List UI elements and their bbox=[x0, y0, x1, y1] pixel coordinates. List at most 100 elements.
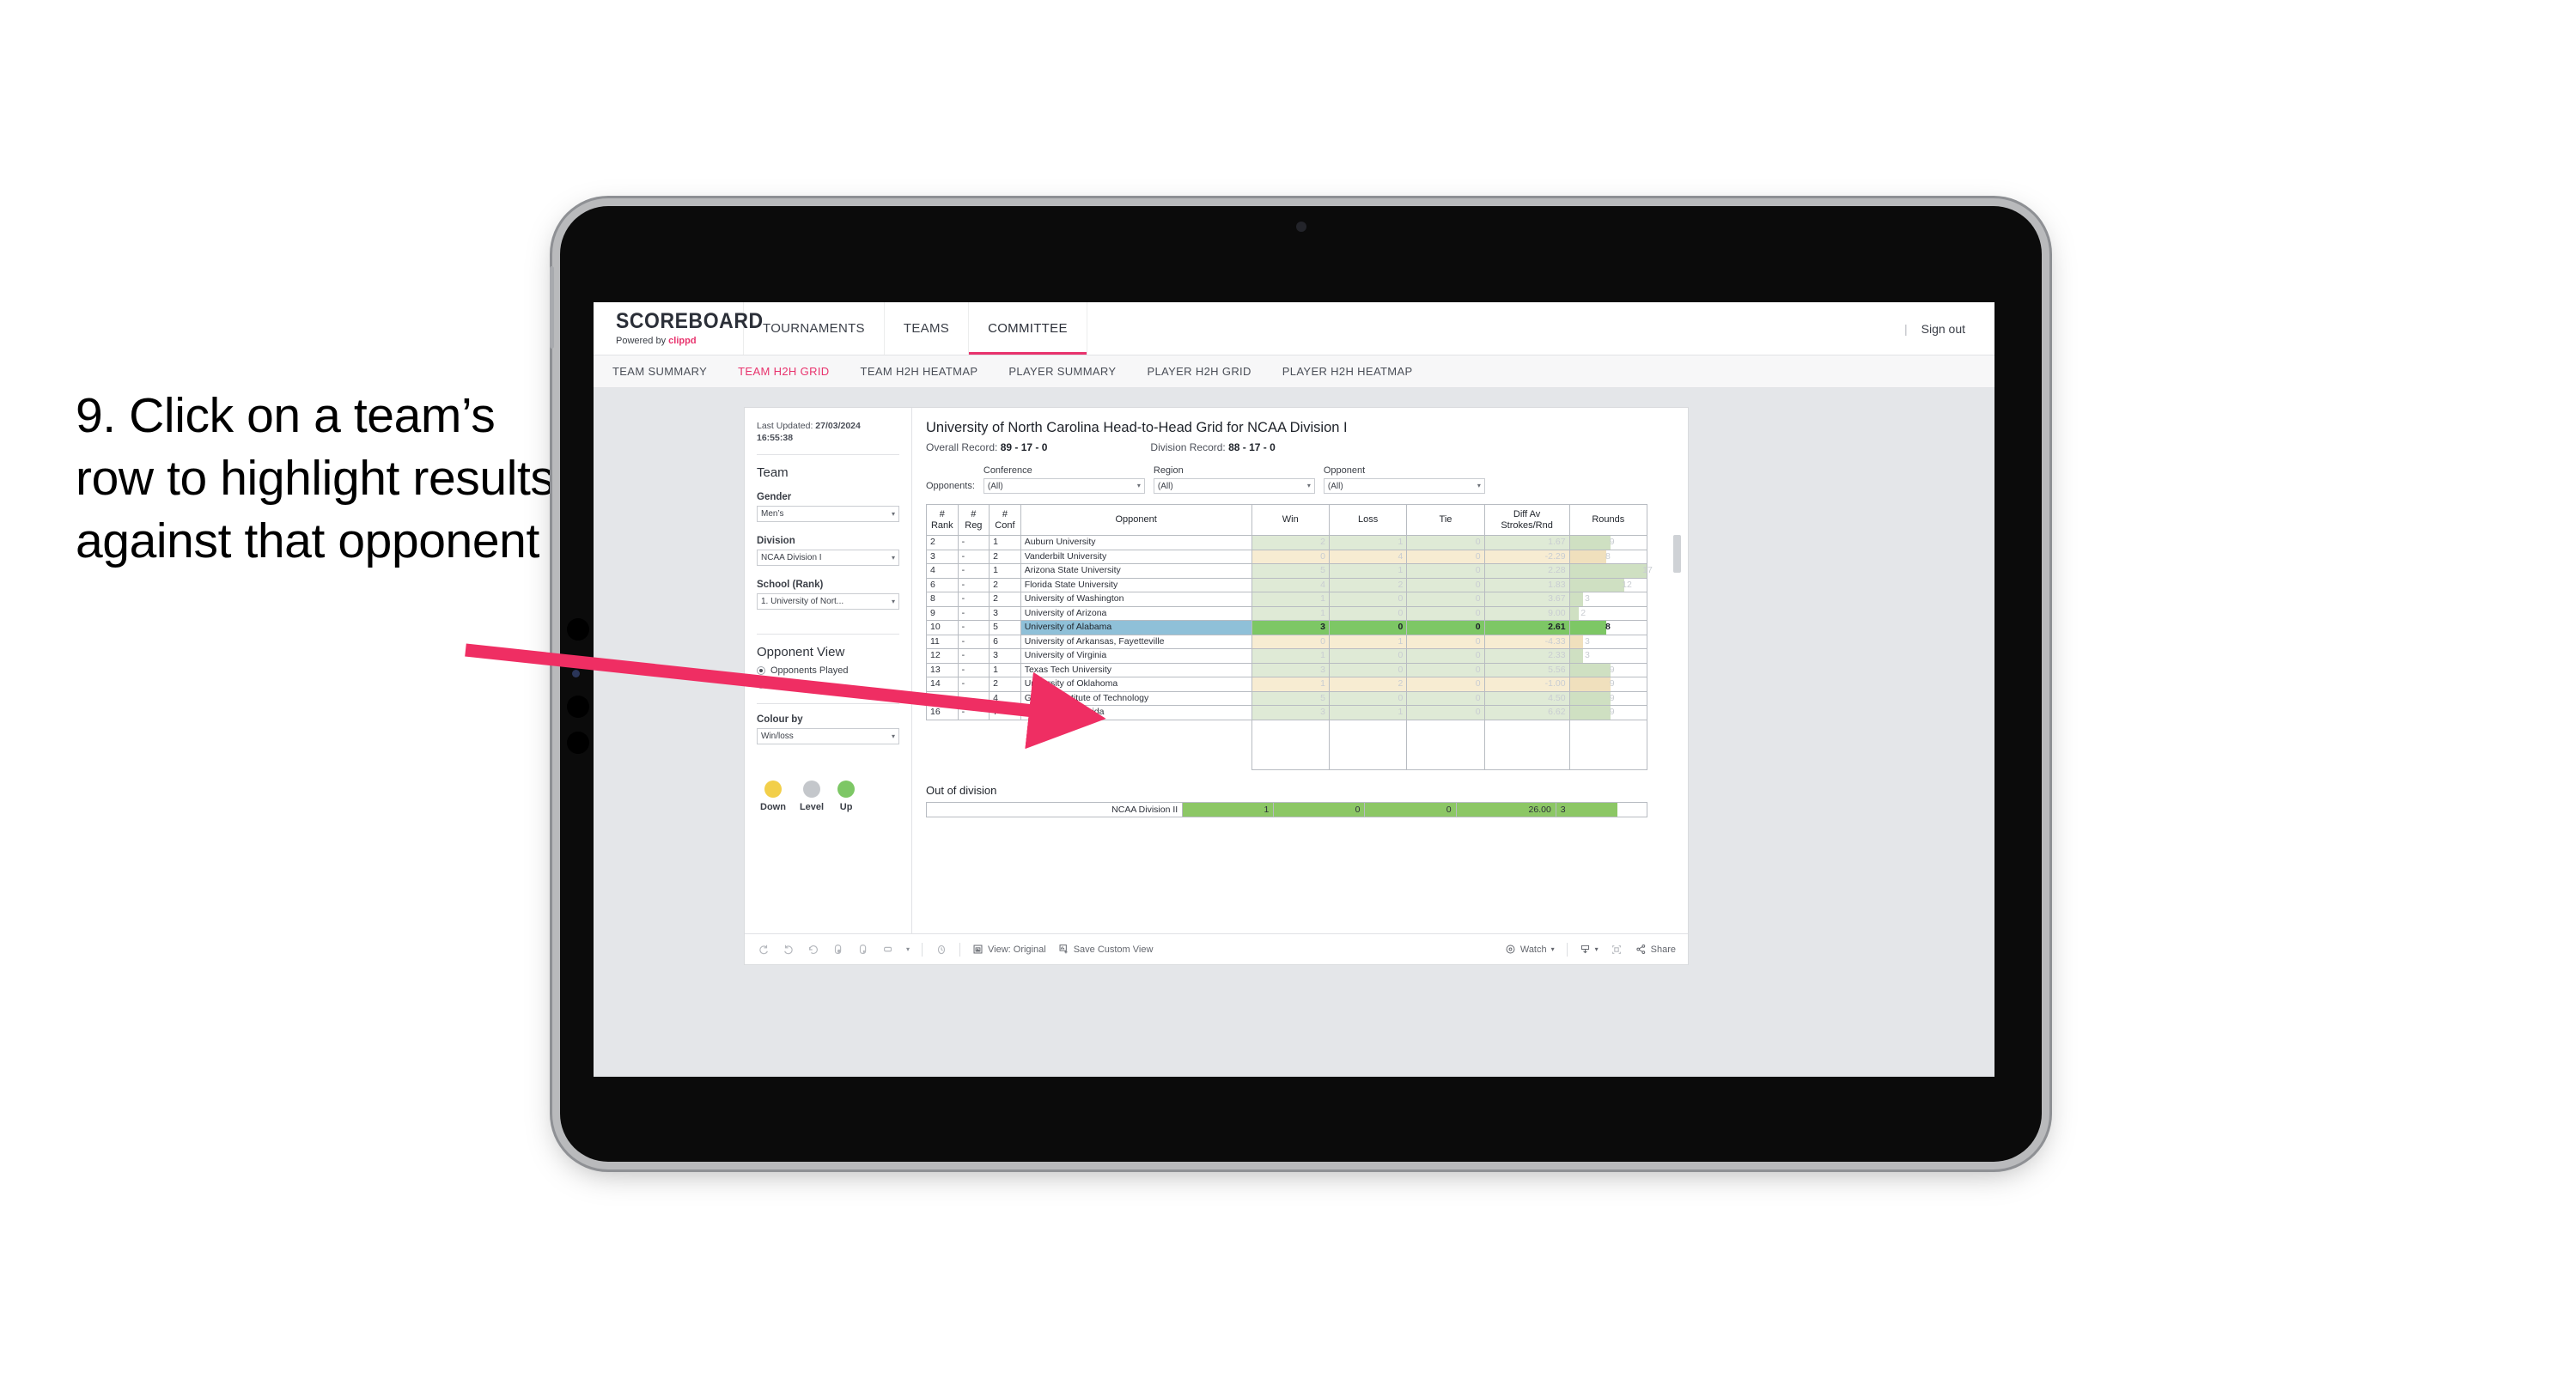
undo-icon[interactable] bbox=[757, 943, 770, 956]
table-row[interactable]: 6-2 Florida State University 4 2 0 1.83 12 bbox=[926, 577, 1648, 592]
cell-diff: -2.29 bbox=[1483, 549, 1570, 564]
highlight-caret-icon[interactable]: ▾ bbox=[906, 945, 910, 953]
cell-conf: 1 bbox=[989, 662, 1021, 677]
col-header-conf: # Conf bbox=[989, 504, 1021, 536]
watch-button[interactable]: Watch ▾ bbox=[1505, 944, 1555, 955]
radio-top-100[interactable]: Top 100 bbox=[757, 679, 899, 689]
nav-item-committee[interactable]: COMMITTEE bbox=[969, 302, 1087, 355]
nav-item-teams[interactable]: TEAMS bbox=[885, 302, 970, 355]
school-rank-select[interactable]: 1. University of Nort... ▾ bbox=[757, 593, 899, 610]
view-original-button[interactable]: View: Original bbox=[972, 944, 1046, 955]
chevron-down-icon: ▾ bbox=[891, 553, 895, 562]
chevron-down-icon: ▾ bbox=[1136, 482, 1141, 489]
tab-team-h2h-heatmap[interactable]: TEAM H2H HEATMAP bbox=[861, 365, 978, 378]
last-updated-date: 27/03/2024 bbox=[815, 421, 861, 431]
cell-reg: - bbox=[957, 620, 990, 635]
cell-tie: 0 bbox=[1406, 705, 1485, 720]
tab-player-h2h-heatmap[interactable]: PLAYER H2H HEATMAP bbox=[1282, 365, 1413, 378]
table-row[interactable]: 12-3 University of Virginia 1 0 0 2.33 3 bbox=[926, 648, 1648, 664]
filter-conference-select[interactable]: (All) ▾ bbox=[983, 478, 1145, 494]
rounds-value: 8 bbox=[1605, 622, 1611, 632]
table-row[interactable]: 14-2 University of Oklahoma 1 2 0 -1.00 9 bbox=[926, 677, 1648, 692]
tab-player-h2h-grid[interactable]: PLAYER H2H GRID bbox=[1147, 365, 1251, 378]
cell-reg: - bbox=[957, 592, 990, 607]
radio-opponents-played[interactable]: Opponents Played bbox=[757, 665, 899, 676]
tab-team-summary[interactable]: TEAM SUMMARY bbox=[612, 365, 707, 378]
cell-reg: - bbox=[957, 662, 990, 677]
instruction-caption: 9. Click on a team’s row to highlight re… bbox=[76, 388, 555, 568]
table-row[interactable]: 3-2 Vanderbilt University 0 4 0 -2.29 8 bbox=[926, 549, 1648, 564]
table-row[interactable]: 15-4 Georgia Institute of Technology 5 0 0 4.… bbox=[926, 690, 1648, 706]
sign-out-link[interactable]: Sign out bbox=[1921, 322, 1965, 336]
cell-win: 0 bbox=[1251, 549, 1330, 564]
highlight-icon[interactable] bbox=[881, 943, 894, 956]
fullscreen-icon[interactable] bbox=[1611, 943, 1623, 956]
download-button[interactable]: ▾ bbox=[1580, 944, 1599, 955]
col-reg-line1: # bbox=[971, 508, 977, 519]
rounds-bar bbox=[1569, 621, 1606, 635]
rounds-bar bbox=[1569, 691, 1611, 705]
nav-item-tournaments[interactable]: TOURNAMENTS bbox=[744, 302, 885, 355]
table-row[interactable]: 11-6 University of Arkansas, Fayetteville… bbox=[926, 634, 1648, 649]
col-header-win: Win bbox=[1251, 504, 1330, 536]
cell-opponent: University of Arizona bbox=[1020, 605, 1252, 621]
table-row[interactable]: 8-2 University of Washington 1 0 0 3.67 3 bbox=[926, 592, 1648, 607]
chevron-down-icon: ▾ bbox=[891, 597, 895, 605]
revert-icon[interactable] bbox=[807, 943, 819, 956]
out-of-division-row[interactable]: NCAA Division II 1 0 0 26.00 3 bbox=[925, 801, 1648, 817]
zoom-icon[interactable] bbox=[935, 943, 947, 956]
visualization-panel: Last Updated: 27/03/2024 16:55:38 Team G… bbox=[744, 407, 1689, 965]
cell-diff: 1.67 bbox=[1483, 535, 1570, 550]
overall-record: Overall Record: 89 - 17 - 0 bbox=[926, 441, 1047, 453]
cell-rank: 11 bbox=[926, 634, 959, 649]
col-header-rank: # Rank bbox=[926, 504, 959, 536]
watch-caret-icon: ▾ bbox=[1550, 945, 1555, 953]
brand-logo: SCOREBOARD Powered by clippd bbox=[594, 302, 763, 355]
col-diff-line1: Diff Av bbox=[1513, 508, 1541, 519]
filter-opponent-select[interactable]: (All) ▾ bbox=[1323, 478, 1485, 494]
opponent-filters: Opponents: Conference (All) ▾ Region (Al bbox=[926, 465, 1674, 494]
cell-tie: 0 bbox=[1406, 563, 1485, 579]
download-caret-icon: ▾ bbox=[1594, 945, 1599, 953]
legend-label-up: Up bbox=[839, 802, 853, 813]
ood-rounds-value: 3 bbox=[1560, 804, 1566, 815]
gender-select[interactable]: Men’s ▾ bbox=[757, 506, 899, 523]
rounds-value: 9 bbox=[1609, 678, 1615, 689]
pause-updates-icon[interactable] bbox=[856, 943, 869, 956]
tab-team-h2h-grid[interactable]: TEAM H2H GRID bbox=[738, 365, 829, 378]
division-value: NCAA Division I bbox=[761, 553, 822, 563]
table-row[interactable]: 10-5 University of Alabama 3 0 0 2.61 8 bbox=[926, 620, 1648, 635]
cell-reg: - bbox=[957, 648, 990, 664]
cell-rank: 13 bbox=[926, 662, 959, 677]
filter-opponent-value: (All) bbox=[1327, 481, 1343, 491]
share-button[interactable]: Share bbox=[1635, 944, 1676, 955]
grid-vertical-scrollbar[interactable] bbox=[1673, 535, 1681, 573]
table-row[interactable]: 9-3 University of Arizona 1 0 0 9.00 2 bbox=[926, 605, 1648, 621]
table-row[interactable]: 2-1 Auburn University 2 1 0 1.67 9 bbox=[926, 535, 1648, 550]
cell-conf: 1 bbox=[989, 535, 1021, 550]
toolbar-separator-2 bbox=[959, 942, 961, 957]
chevron-down-icon: ▾ bbox=[891, 732, 895, 740]
cell-loss: 2 bbox=[1328, 577, 1408, 592]
cell-conf: 2 bbox=[989, 577, 1021, 592]
table-row[interactable]: 13-1 Texas Tech University 3 0 0 5.56 9 bbox=[926, 662, 1648, 677]
legend-swatch-level bbox=[803, 781, 821, 799]
legend-item-down: Down bbox=[760, 781, 786, 812]
refresh-data-icon[interactable] bbox=[831, 943, 844, 956]
redo-icon[interactable] bbox=[782, 943, 795, 956]
cell-opponent: University of Oklahoma bbox=[1020, 677, 1252, 692]
table-row[interactable]: 4-1 Arizona State University 5 1 0 2.28 17 bbox=[926, 563, 1653, 579]
share-icon bbox=[1636, 944, 1645, 955]
cell-opponent: University of Florida bbox=[1020, 705, 1252, 720]
table-row[interactable]: 16-7 University of Florida 3 1 0 6.62 9 bbox=[926, 705, 1648, 720]
view-original-icon bbox=[973, 945, 983, 954]
colour-by-select[interactable]: Win/loss ▾ bbox=[757, 728, 899, 745]
rounds-value: 2 bbox=[1580, 607, 1586, 618]
filter-region-select[interactable]: (All) ▾ bbox=[1153, 478, 1315, 494]
division-select[interactable]: NCAA Division I ▾ bbox=[757, 550, 899, 567]
tab-player-summary[interactable]: PLAYER SUMMARY bbox=[1008, 365, 1116, 378]
rounds-value: 3 bbox=[1585, 650, 1590, 660]
overall-record-value: 89 - 17 - 0 bbox=[1000, 441, 1048, 453]
cell-rank: 6 bbox=[926, 577, 959, 592]
save-custom-view-button[interactable]: Save Custom View bbox=[1058, 944, 1153, 955]
